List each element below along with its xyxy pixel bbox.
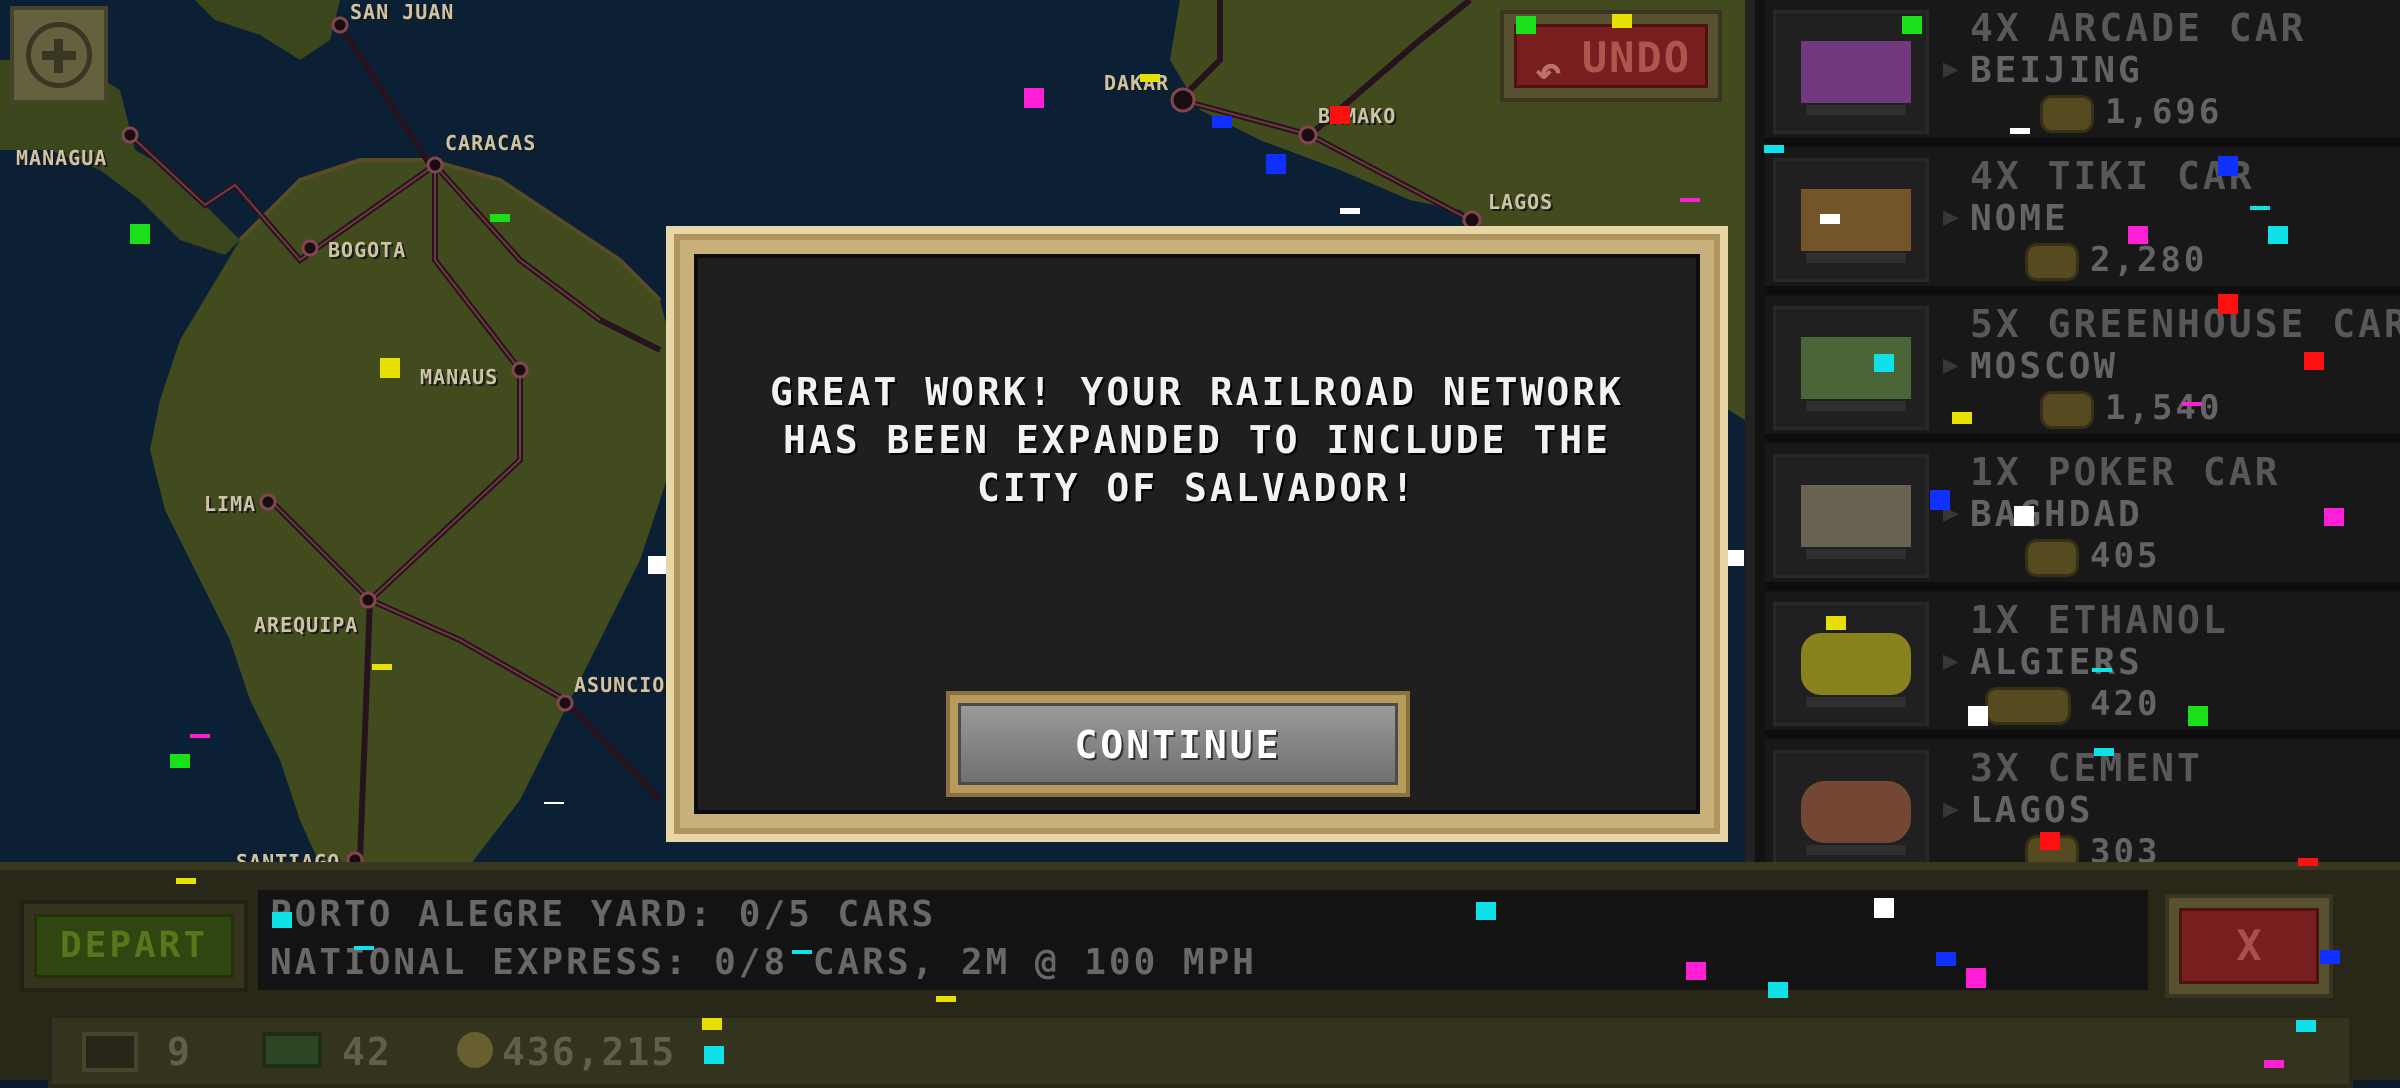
confetti-piece xyxy=(2298,858,2318,866)
confetti-piece xyxy=(130,224,150,244)
confetti-piece xyxy=(544,802,564,804)
confetti-piece xyxy=(490,214,510,222)
confetti-piece xyxy=(2250,206,2270,210)
confetti-piece xyxy=(380,358,400,378)
dialog-message-line: GREAT WORK! YOUR RAILROAD NETWORK xyxy=(770,370,1624,414)
confetti-piece xyxy=(936,996,956,1002)
confetti-piece xyxy=(1340,208,1360,214)
dialog-message: GREAT WORK! YOUR RAILROAD NETWORK HAS BE… xyxy=(738,368,1656,512)
confetti-piece xyxy=(272,912,292,928)
continue-button[interactable]: CONTINUE xyxy=(946,691,1410,797)
confetti-piece xyxy=(1930,490,1950,510)
confetti-piece xyxy=(1902,16,1922,34)
confetti-piece xyxy=(1686,962,1706,980)
confetti-piece xyxy=(176,878,196,884)
confetti-piece xyxy=(1612,14,1632,28)
confetti-piece xyxy=(2304,352,2324,370)
confetti-piece xyxy=(2182,402,2202,406)
confetti-piece xyxy=(2268,226,2288,244)
confetti-piece xyxy=(1516,16,1536,34)
confetti-piece xyxy=(2320,950,2340,964)
confetti-piece xyxy=(1024,88,1044,108)
confetti-piece xyxy=(2218,156,2238,176)
confetti-piece xyxy=(2040,832,2060,850)
confetti-piece xyxy=(2010,128,2030,134)
confetti-piece xyxy=(702,1018,722,1030)
confetti-piece xyxy=(1764,145,1784,153)
confetti-piece xyxy=(1966,968,1986,988)
confetti-piece xyxy=(2296,1020,2316,1032)
confetti-piece xyxy=(2128,226,2148,244)
confetti-piece xyxy=(1968,706,1988,726)
confetti-piece xyxy=(1820,214,1840,224)
confetti-piece xyxy=(1936,952,1956,966)
confetti-piece xyxy=(170,754,190,768)
dialog-message-line: CITY OF SALVADOR! xyxy=(977,466,1417,510)
confetti-piece xyxy=(2014,506,2034,526)
confetti-piece xyxy=(1140,74,1160,82)
confetti-piece xyxy=(1266,154,1286,174)
dialog-message-line: HAS BEEN EXPANDED TO INCLUDE THE xyxy=(782,418,1612,462)
confetti-piece xyxy=(2218,294,2238,314)
confetti-piece xyxy=(704,1046,724,1064)
confetti-piece xyxy=(792,950,812,954)
confetti-piece xyxy=(1768,982,1788,998)
confetti-piece xyxy=(2188,706,2208,726)
confetti-piece xyxy=(190,734,210,738)
confetti-piece xyxy=(2092,668,2112,672)
confetti-piece xyxy=(648,556,668,574)
confetti-piece xyxy=(1952,412,1972,424)
confetti-piece xyxy=(1826,616,1846,630)
confetti-piece xyxy=(1728,550,1744,566)
confetti-piece xyxy=(1874,354,1894,372)
confetti-piece xyxy=(1330,106,1350,124)
continue-label: CONTINUE xyxy=(958,703,1398,785)
confetti-piece xyxy=(1212,116,1232,128)
confetti-piece xyxy=(1874,898,1894,918)
confetti-piece xyxy=(1680,198,1700,202)
confetti-piece xyxy=(2094,748,2114,756)
confetti-piece xyxy=(2264,1060,2284,1068)
confetti-piece xyxy=(2324,508,2344,526)
confetti-piece xyxy=(1476,902,1496,920)
confetti-piece xyxy=(372,664,392,670)
confetti-piece xyxy=(354,946,374,950)
